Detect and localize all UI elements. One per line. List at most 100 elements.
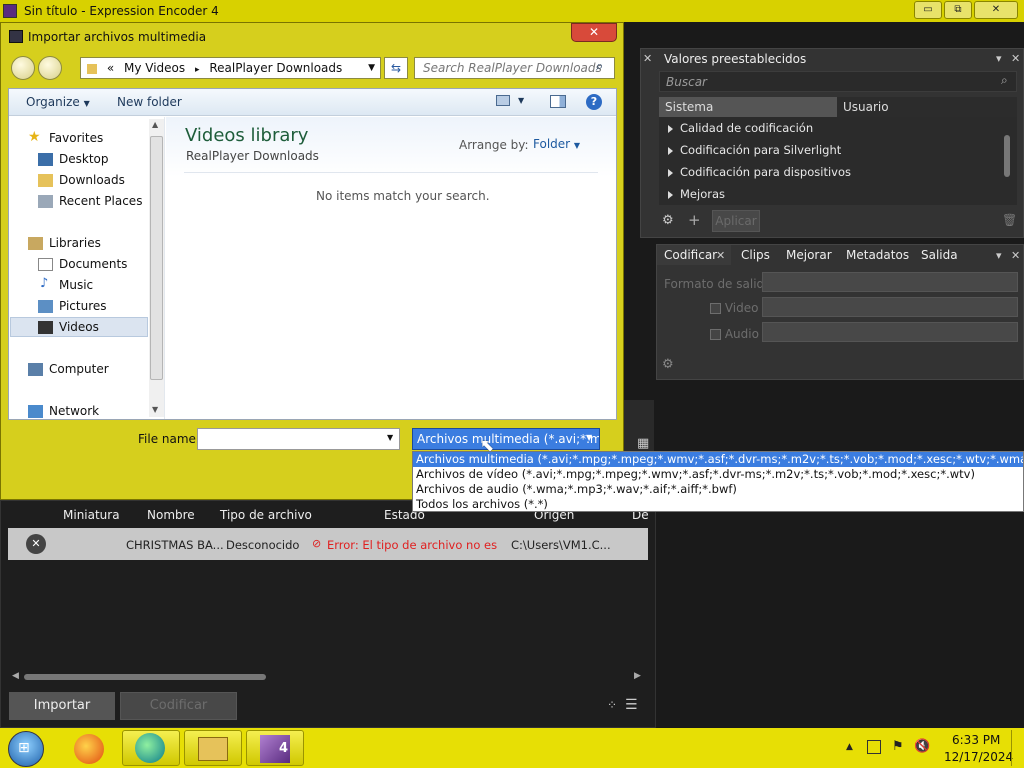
presets-search-input[interactable]: Buscar bbox=[659, 71, 1017, 92]
output-format-select[interactable] bbox=[762, 272, 1018, 292]
video-field[interactable] bbox=[762, 297, 1018, 317]
scrollbar-thumb[interactable] bbox=[1004, 135, 1010, 177]
breadcrumb-my-videos[interactable]: My Videos bbox=[124, 61, 185, 75]
nav-libraries[interactable]: Libraries bbox=[49, 236, 101, 250]
encode-button[interactable]: Codificar bbox=[120, 692, 237, 720]
minimize-button[interactable]: ▭ bbox=[914, 1, 942, 19]
preset-item[interactable]: Calidad de codificación bbox=[668, 121, 813, 135]
scroll-right-icon[interactable]: ▶ bbox=[634, 671, 641, 681]
file-type-option[interactable]: Archivos de audio (*.wma;*.mp3;*.wav;*.a… bbox=[413, 482, 1023, 497]
network-tray-icon[interactable] bbox=[867, 740, 881, 754]
nav-pictures[interactable]: Pictures bbox=[59, 299, 107, 313]
list-view-icon[interactable]: ☰ bbox=[625, 697, 638, 713]
preview-pane-icon[interactable] bbox=[550, 95, 566, 108]
close-panel-icon[interactable]: ✕ bbox=[1011, 249, 1020, 262]
file-type-option[interactable]: Archivos multimedia (*.avi;*.mpg;*.mpeg;… bbox=[413, 452, 1023, 467]
close-tab-icon[interactable]: ✕ bbox=[716, 249, 725, 262]
pin-icon[interactable]: ✕ bbox=[643, 52, 652, 65]
firefox-icon[interactable] bbox=[74, 734, 104, 764]
help-icon[interactable]: ? bbox=[586, 94, 602, 110]
col-miniatura[interactable]: Miniatura bbox=[63, 508, 120, 522]
pin-icon[interactable]: ▾ bbox=[996, 52, 1002, 65]
file-type-option[interactable]: Todos los archivos (*.*) bbox=[413, 497, 1023, 512]
nav-favorites[interactable]: Favorites bbox=[49, 131, 103, 145]
chevron-down-icon[interactable]: ▼ bbox=[368, 58, 375, 78]
apply-button[interactable]: Aplicar bbox=[712, 210, 760, 232]
nav-desktop[interactable]: Desktop bbox=[59, 152, 109, 166]
divider bbox=[184, 172, 598, 173]
breadcrumb-separator[interactable]: ▸ bbox=[195, 65, 200, 75]
add-icon[interactable]: + bbox=[688, 211, 701, 229]
close-button[interactable]: ✕ bbox=[974, 1, 1018, 19]
close-panel-icon[interactable]: ✕ bbox=[1011, 52, 1020, 65]
scrollbar-thumb[interactable] bbox=[24, 674, 266, 680]
nav-computer[interactable]: Computer bbox=[49, 362, 109, 376]
preset-item[interactable]: Codificación para dispositivos bbox=[668, 165, 851, 179]
new-folder-button[interactable]: New folder bbox=[117, 95, 182, 109]
organize-button[interactable]: Organize ▼ bbox=[26, 95, 90, 109]
chevron-down-icon[interactable]: ▼ bbox=[586, 433, 592, 442]
file-type-dropdown[interactable]: Archivos multimedia (*.avi;*.mpg;*.mpeg;… bbox=[412, 451, 1024, 512]
grid-view-icon[interactable]: ⁘ bbox=[607, 698, 617, 712]
dialog-close-button[interactable]: ✕ bbox=[571, 23, 617, 42]
file-type-select[interactable]: Archivos multimedia (*.avi;*.mp bbox=[412, 428, 600, 450]
tab-sistema[interactable]: Sistema bbox=[659, 97, 837, 117]
folder-icon bbox=[87, 63, 97, 74]
tab-usuario[interactable]: Usuario bbox=[837, 97, 1017, 117]
refresh-button[interactable]: ⇆ bbox=[384, 57, 408, 79]
preset-item[interactable]: Mejoras bbox=[668, 187, 725, 201]
chevron-down-icon[interactable]: ▼ bbox=[518, 96, 524, 105]
computer-icon bbox=[28, 363, 43, 376]
row-name: CHRISTMAS BA... bbox=[126, 538, 224, 552]
view-icon[interactable] bbox=[496, 95, 510, 106]
nav-downloads[interactable]: Downloads bbox=[59, 173, 125, 187]
audio-checkbox[interactable]: Audio bbox=[710, 327, 759, 341]
maximize-button[interactable]: ⧉ bbox=[944, 1, 972, 19]
chevron-down-icon[interactable]: ▼ bbox=[387, 433, 393, 442]
col-tipo[interactable]: Tipo de archivo bbox=[220, 508, 312, 522]
scroll-down-icon[interactable]: ▼ bbox=[152, 405, 158, 414]
show-desktop-button[interactable] bbox=[1011, 730, 1023, 766]
trash-icon[interactable]: 🗑 bbox=[1002, 213, 1017, 227]
nav-music[interactable]: Music bbox=[59, 278, 93, 292]
nav-videos[interactable]: Videos bbox=[59, 320, 99, 334]
flag-icon[interactable]: ⚑ bbox=[892, 739, 904, 754]
forward-button[interactable] bbox=[38, 56, 62, 80]
col-nombre[interactable]: Nombre bbox=[147, 508, 195, 522]
volume-muted-icon[interactable]: 🔇 bbox=[914, 739, 930, 754]
video-checkbox[interactable]: Video bbox=[710, 301, 758, 315]
back-button[interactable] bbox=[11, 56, 35, 80]
clock-time[interactable]: 6:33 PM bbox=[952, 733, 1000, 747]
tab-codificar[interactable]: Codificar bbox=[664, 248, 717, 262]
address-bar[interactable]: « My Videos ▸ RealPlayer Downloads ▼ bbox=[80, 57, 381, 79]
breadcrumb-overflow[interactable]: « bbox=[107, 61, 114, 75]
arrange-dropdown[interactable]: Folder ▼ bbox=[533, 137, 580, 151]
file-name-input[interactable] bbox=[197, 428, 400, 450]
tab-clips[interactable]: Clips bbox=[741, 248, 770, 262]
encoder-app-icon bbox=[135, 733, 165, 763]
nav-recent-places[interactable]: Recent Places bbox=[59, 194, 142, 208]
nav-network[interactable]: Network bbox=[49, 404, 99, 418]
pin-icon[interactable]: ▾ bbox=[996, 249, 1002, 262]
tab-metadatos[interactable]: Metadatos bbox=[846, 248, 909, 262]
scroll-up-icon[interactable]: ▲ bbox=[152, 120, 158, 129]
import-button[interactable]: Importar bbox=[9, 692, 115, 720]
nav-documents[interactable]: Documents bbox=[59, 257, 127, 271]
recent-places-icon bbox=[38, 195, 53, 208]
organize-label: Organize bbox=[26, 95, 80, 109]
search-input[interactable]: Search RealPlayer Downloads bbox=[414, 57, 615, 79]
audio-field[interactable] bbox=[762, 322, 1018, 342]
desktop-icon bbox=[38, 153, 53, 166]
file-type-option[interactable]: Archivos de vídeo (*.avi;*.mpg;*.mpeg;*.… bbox=[413, 467, 1023, 482]
scrollbar-thumb[interactable] bbox=[150, 136, 163, 380]
gear-icon[interactable]: ⚙ bbox=[662, 357, 674, 372]
tab-mejorar[interactable]: Mejorar bbox=[786, 248, 832, 262]
clock-date[interactable]: 12/17/2024 bbox=[944, 750, 1013, 764]
gear-icon[interactable]: ⚙ bbox=[662, 213, 674, 228]
tab-salida[interactable]: Salida bbox=[921, 248, 958, 262]
show-hidden-icons-icon[interactable]: ▲ bbox=[846, 742, 853, 752]
scroll-left-icon[interactable]: ◀ bbox=[12, 671, 19, 681]
preset-item[interactable]: Codificación para Silverlight bbox=[668, 143, 841, 157]
remove-icon[interactable]: ✕ bbox=[26, 534, 46, 554]
breadcrumb-realplayer[interactable]: RealPlayer Downloads bbox=[209, 61, 342, 75]
